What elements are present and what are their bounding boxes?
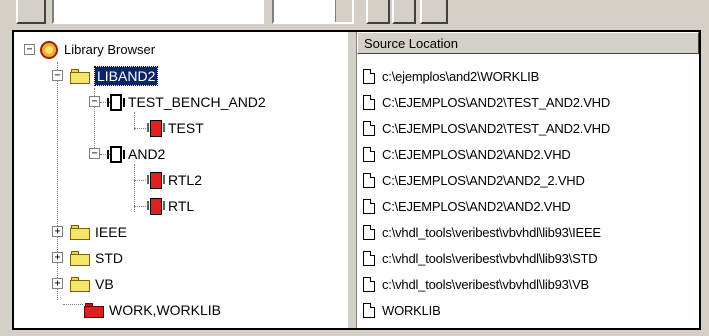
entity-icon <box>107 145 125 163</box>
tree-item-label: STD <box>95 250 123 266</box>
source-path: c:\vhdl_tools\veribest\vbvhdl\lib93\STD <box>382 250 598 266</box>
collapse-toggle[interactable]: − <box>89 148 100 159</box>
tree-item-test-bench-and2[interactable]: TEST_BENCH_AND2 <box>107 90 266 114</box>
list-item[interactable]: c:\vhdl_tools\veribest\vbvhdl\lib93\IEEE <box>363 220 601 244</box>
toolbar <box>0 0 709 30</box>
source-path: c:\ejemplos\and2\WORKLIB <box>382 68 540 84</box>
tree-item-and2[interactable]: AND2 <box>107 142 166 166</box>
tree-item-label: IEEE <box>95 224 127 240</box>
document-icon <box>363 198 375 214</box>
architecture-icon <box>147 171 165 189</box>
expand-toggle[interactable]: + <box>52 278 63 289</box>
architecture-icon <box>147 119 165 137</box>
list-item[interactable]: c:\ejemplos\and2\WORKLIB <box>363 64 539 88</box>
source-path: c:\vhdl_tools\veribest\vbvhdl\lib93\IEEE <box>382 224 601 240</box>
tree-root[interactable]: Library Browser <box>40 38 155 62</box>
document-icon <box>363 146 375 162</box>
collapse-toggle[interactable]: − <box>24 44 35 55</box>
tree-line <box>134 206 146 207</box>
tree-item-std[interactable]: STD <box>70 246 123 270</box>
entity-icon <box>107 93 125 111</box>
column-header-source-location[interactable]: Source Location <box>357 32 699 54</box>
document-icon <box>363 172 375 188</box>
folder-icon <box>70 68 90 84</box>
source-path: C:\EJEMPLOS\AND2\TEST_AND2.VHD <box>382 120 611 136</box>
tree-line <box>134 164 135 212</box>
source-list: Source Location c:\ejemplos\and2\WORKLIB… <box>357 32 699 328</box>
source-path: C:\EJEMPLOS\AND2\AND2.VHD <box>382 198 571 214</box>
source-path: WORKLIB <box>382 302 441 318</box>
list-item[interactable]: C:\EJEMPLOS\AND2\TEST_AND2.VHD <box>363 90 610 114</box>
document-icon <box>363 94 375 110</box>
library-icon <box>40 41 58 59</box>
toolbar-button[interactable] <box>392 0 416 24</box>
tree-root-label: Library Browser <box>64 42 156 57</box>
tree-item-liband2[interactable]: LIBAND2 <box>70 64 159 88</box>
chevron-down-icon[interactable] <box>335 0 352 22</box>
folder-icon <box>84 302 104 318</box>
document-icon <box>363 250 375 266</box>
tree-line <box>57 62 58 300</box>
folder-icon <box>70 250 90 266</box>
expand-toggle[interactable]: + <box>52 226 63 237</box>
list-item[interactable]: WORKLIB <box>363 298 441 322</box>
document-icon <box>363 68 375 84</box>
tree-item-label: AND2 <box>128 146 166 162</box>
source-path: c:\vhdl_tools\veribest\vbvhdl\lib93\VB <box>382 276 590 292</box>
source-path: C:\EJEMPLOS\AND2\AND2_2.VHD <box>382 172 585 188</box>
tree-line <box>134 128 146 129</box>
toolbar-combo[interactable] <box>272 0 354 24</box>
collapse-toggle[interactable]: − <box>89 96 100 107</box>
library-browser-window: − Library Browser − LIBAND2 − TEST_BENCH… <box>12 30 701 330</box>
document-icon <box>363 120 375 136</box>
list-item[interactable]: c:\vhdl_tools\veribest\vbvhdl\lib93\STD <box>363 246 598 270</box>
tree-item-label: RTL2 <box>168 172 202 188</box>
tree-item-rtl2[interactable]: RTL2 <box>147 168 202 192</box>
tree-line <box>134 180 146 181</box>
list-item[interactable]: c:\vhdl_tools\veribest\vbvhdl\lib93\VB <box>363 272 589 296</box>
pane-splitter[interactable] <box>347 32 357 328</box>
tree-item-label: LIBAND2 <box>93 66 159 86</box>
folder-icon <box>70 224 90 240</box>
tree-line <box>63 304 83 305</box>
tree-item-label: VB <box>95 276 114 292</box>
toolbar-button[interactable] <box>366 0 390 24</box>
toolbar-button[interactable] <box>16 0 46 24</box>
tree-item-vb[interactable]: VB <box>70 272 114 296</box>
document-icon <box>363 276 375 292</box>
tree-item-label: TEST_BENCH_AND2 <box>128 94 266 110</box>
tree-item-work[interactable]: WORK,WORKLIB <box>84 298 221 322</box>
architecture-icon <box>147 197 165 215</box>
document-icon <box>363 302 375 318</box>
tree-item-ieee[interactable]: IEEE <box>70 220 127 244</box>
tree-item-label: WORK,WORKLIB <box>109 302 222 318</box>
list-item[interactable]: C:\EJEMPLOS\AND2\AND2.VHD <box>363 142 571 166</box>
toolbar-input[interactable] <box>52 0 264 24</box>
toolbar-button[interactable] <box>420 0 448 24</box>
expand-toggle[interactable]: + <box>52 252 63 263</box>
folder-icon <box>70 276 90 292</box>
document-icon <box>363 224 375 240</box>
tree-item-label: TEST <box>168 120 204 136</box>
tree-item-label: RTL <box>168 198 195 214</box>
source-path: C:\EJEMPLOS\AND2\AND2.VHD <box>382 146 571 162</box>
source-path: C:\EJEMPLOS\AND2\TEST_AND2.VHD <box>382 94 611 110</box>
list-item[interactable]: C:\EJEMPLOS\AND2\AND2.VHD <box>363 194 571 218</box>
collapse-toggle[interactable]: − <box>52 70 63 81</box>
tree-item-rtl[interactable]: RTL <box>147 194 195 218</box>
list-item[interactable]: C:\EJEMPLOS\AND2\AND2_2.VHD <box>363 168 585 192</box>
library-tree: − Library Browser − LIBAND2 − TEST_BENCH… <box>14 32 347 328</box>
list-item[interactable]: C:\EJEMPLOS\AND2\TEST_AND2.VHD <box>363 116 610 140</box>
tree-item-test[interactable]: TEST <box>147 116 204 140</box>
